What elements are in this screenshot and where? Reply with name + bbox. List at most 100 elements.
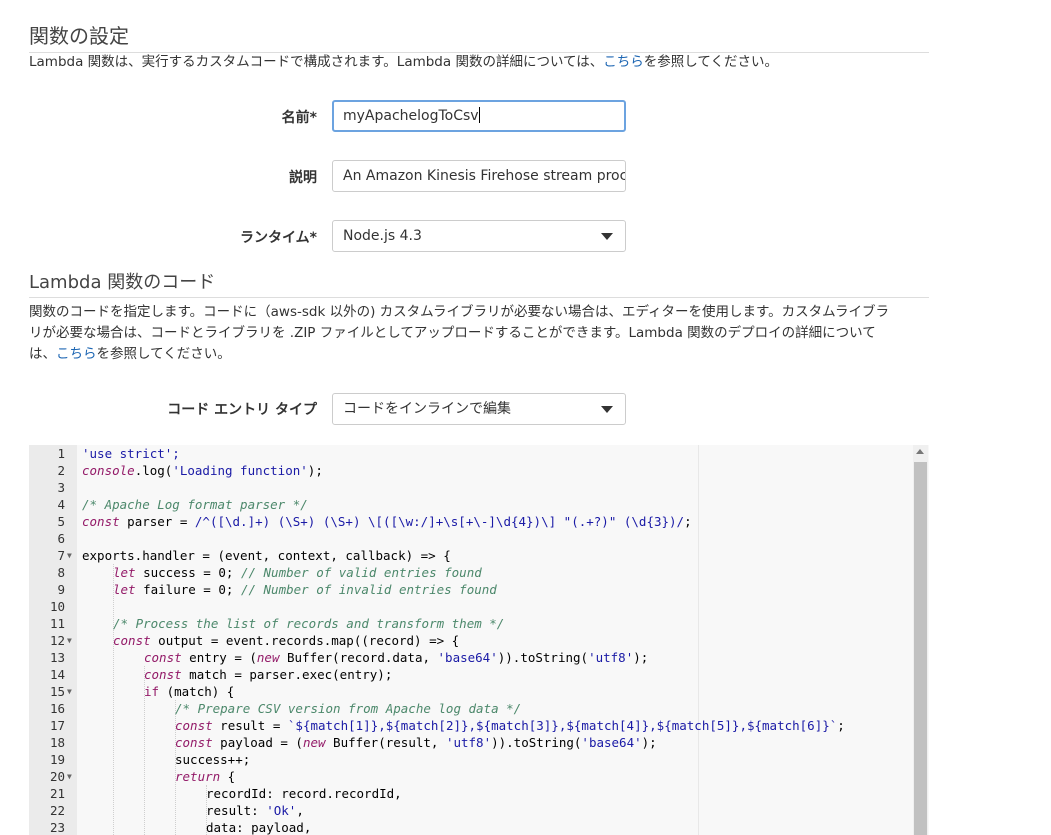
code-text: if (match) { <box>144 683 234 700</box>
code-token: const <box>144 667 182 682</box>
code-line: 11 /* Process the list of records and tra… <box>29 615 929 632</box>
code-line: 6 <box>29 530 929 547</box>
deploy-details-link[interactable]: こちら <box>56 346 97 362</box>
code-editor[interactable]: 1 'use strict'; 2 console.log('Loading fun… <box>29 445 929 835</box>
code-line: 17 const result = `${match[1]},${match[2]… <box>29 717 929 734</box>
line-number: 22 <box>49 803 65 818</box>
description-label: 説明 <box>289 170 317 186</box>
code-line: 4 /* Apache Log format parser */ <box>29 496 929 513</box>
runtime-select[interactable]: Node.js 4.3 <box>332 220 626 252</box>
code-text: /* Apache Log format parser */ <box>82 496 308 513</box>
code-entry-type-label: コード エントリ タイプ <box>167 402 317 418</box>
code-token: console <box>82 463 135 478</box>
code-text: exports.handler = (event, context, callb… <box>82 547 451 564</box>
code-line: 3 <box>29 479 929 496</box>
desc-line: は、こちらを参照してください。 <box>29 344 929 365</box>
code-token: ); <box>307 463 323 478</box>
fold-arrow-icon[interactable]: ▼ <box>67 632 72 649</box>
code-token: /* Prepare CSV version from Apache log d… <box>175 701 522 716</box>
fold-arrow-icon[interactable]: ▼ <box>67 768 72 785</box>
code-text: const output = event.records.map((record… <box>113 632 459 649</box>
code-text: data: payload, <box>206 819 311 835</box>
code-token: recordId: record.recordId, <box>206 786 402 801</box>
line-number: 14 <box>49 667 65 682</box>
code-text: result: 'Ok', <box>206 802 304 819</box>
code-token: 'base64' <box>581 735 642 750</box>
code-token: 'utf8' <box>445 735 492 750</box>
line-number: 13 <box>49 650 65 665</box>
code-token: )).toString( <box>497 650 589 665</box>
line-number: 3 <box>57 480 65 495</box>
code-text: 'use strict'; <box>82 445 180 462</box>
code-line: 15 ▼ if (match) { <box>29 683 929 700</box>
code-line: 12 ▼ const output = event.records.map((rec… <box>29 632 929 649</box>
code-token: new <box>302 735 326 750</box>
text-cursor <box>478 107 480 123</box>
code-token: const <box>113 633 151 648</box>
code-text: /* Prepare CSV version from Apache log d… <box>175 700 521 717</box>
code-token: const <box>82 514 120 529</box>
code-token: ); <box>641 735 657 750</box>
code-text: const match = parser.exec(entry); <box>144 666 392 683</box>
line-number: 23 <box>49 820 65 835</box>
details-link[interactable]: こちら <box>603 54 644 70</box>
line-number: 19 <box>49 752 65 767</box>
code-section-description: 関数のコードを指定します。コードに（aws-sdk 以外の) カスタムライブラリ… <box>29 302 929 365</box>
code-token: ; <box>684 514 692 529</box>
code-entry-type-value: コードをインラインで編集 <box>343 401 511 417</box>
code-line: 14 const match = parser.exec(entry); <box>29 666 929 683</box>
code-token: result: <box>206 803 267 818</box>
runtime-label: ランタイム* <box>239 230 317 246</box>
code-token: 'utf8' <box>588 650 634 665</box>
line-number: 5 <box>57 514 65 529</box>
line-number: 21 <box>49 786 65 801</box>
scrollbar-thumb[interactable] <box>914 462 927 835</box>
description-input[interactable]: An Amazon Kinesis Firehose stream proces <box>332 160 626 192</box>
name-label: 名前* <box>281 110 317 126</box>
line-number: 20 <box>49 769 65 784</box>
code-text: return { <box>175 768 235 785</box>
fold-arrow-icon[interactable]: ▼ <box>67 547 72 564</box>
code-text: const entry = (new Buffer(record.data, '… <box>144 649 648 666</box>
code-token: ); <box>633 650 649 665</box>
code-token: match = parser.exec(entry); <box>181 667 393 682</box>
code-token: success = 0; <box>135 565 241 580</box>
desc-text-end: を参照してください。 <box>96 346 231 362</box>
code-text: let success = 0; // Number of valid entr… <box>113 564 482 581</box>
code-entry-type-select[interactable]: コードをインラインで編集 <box>332 393 626 425</box>
code-token: 'Ok' <box>266 803 297 818</box>
code-token: if <box>144 684 160 699</box>
line-number: 9 <box>57 582 65 597</box>
line-number: 12 <box>49 633 65 648</box>
code-token: entry = ( <box>181 650 257 665</box>
code-token: Buffer(result, <box>325 735 446 750</box>
name-input[interactable]: myApachelogToCsv <box>332 100 626 132</box>
line-number: 1 <box>57 446 65 461</box>
editor-scrollbar[interactable] <box>913 445 928 835</box>
code-token: parser = <box>119 514 195 529</box>
code-text: const parser = /^([\d.]+) (\S+) (\S+) \[… <box>82 513 692 530</box>
code-token: return <box>175 769 221 784</box>
code-token: const <box>175 735 213 750</box>
code-line: 19 success++; <box>29 751 929 768</box>
fold-arrow-icon[interactable]: ▼ <box>67 683 72 700</box>
code-token: 'base64' <box>437 650 498 665</box>
code-token: success++; <box>175 752 251 767</box>
scroll-up-arrow-icon[interactable] <box>916 449 924 454</box>
code-token: output = event.records.map((record) => { <box>150 633 460 648</box>
desc-line: 関数のコードを指定します。コードに（aws-sdk 以外の) カスタムライブラリ… <box>29 304 889 320</box>
code-line: 13 const entry = (new Buffer(record.data,… <box>29 649 929 666</box>
line-number: 17 <box>49 718 65 733</box>
section-title-function-code: Lambda 関数のコード <box>29 272 216 293</box>
code-line: 16 /* Prepare CSV version from Apache log… <box>29 700 929 717</box>
code-token: // Number of invalid entries found <box>240 582 497 597</box>
desc-text-end: を参照してください。 <box>643 54 778 70</box>
code-token: let <box>113 582 136 597</box>
code-token: failure = 0; <box>135 582 241 597</box>
code-line: 1 'use strict'; <box>29 445 929 462</box>
code-line: 5 const parser = /^([\d.]+) (\S+) (\S+) \… <box>29 513 929 530</box>
code-line: 8 let success = 0; // Number of valid ent… <box>29 564 929 581</box>
code-text: console.log('Loading function'); <box>82 462 323 479</box>
runtime-select-value: Node.js 4.3 <box>343 228 422 244</box>
line-number: 6 <box>57 531 65 546</box>
